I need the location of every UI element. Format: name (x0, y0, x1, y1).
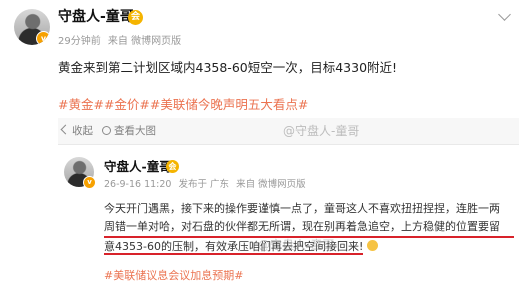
quoted-author-avatar: v (64, 157, 96, 189)
post-header: v 守盘人-童哥 会 29分钟前 来自 微博网页版 (0, 0, 519, 60)
view-large-button[interactable]: 查看大图 (102, 124, 156, 138)
hashtag-link[interactable]: #黄金# (58, 97, 104, 112)
hashtag-link[interactable]: #美联储今晚声明五大看点# (150, 97, 308, 112)
post-hashtags: #黄金##金价##美联储今晚声明五大看点# (58, 97, 308, 113)
verified-badge-icon: v (36, 31, 50, 45)
image-toolbar: 收起 查看大图 @守盘人-童哥 (58, 118, 519, 144)
hashtag-link[interactable]: #金价# (104, 97, 150, 112)
quoted-text-line: 今天开门遇黑，接下来的操作要谨慎一点了，童哥这人不喜欢扭扭捏捏，连胜一两 (104, 202, 500, 215)
author-avatar[interactable]: v (14, 9, 50, 45)
quoted-post-source: 来自 微博网页版 (236, 179, 306, 190)
quoted-author-name: 守盘人-童哥 (104, 159, 172, 174)
quoted-post-date: 26-9-16 11:20 (104, 179, 172, 190)
back-arrow-icon (60, 124, 71, 135)
author-name[interactable]: 守盘人-童哥 (58, 8, 134, 26)
quoted-post-meta: 26-9-16 11:20 发布于 广东 来自 微博网页版 (104, 179, 310, 191)
quoted-text-line: 周错一单对哈，对石盘的伙伴都无所谓，现在别再着急追空，上方稳健的位置要留 (104, 218, 514, 238)
image-viewer: 收起 查看大图 @守盘人-童哥 v 守盘人-童哥 会 26-9-16 11:20… (58, 118, 519, 289)
verified-badge-icon: v (83, 176, 96, 189)
fan-level-icon[interactable]: 会 (128, 10, 143, 25)
post-text: 黄金来到第二计划区域内4358-60短空一次，目标4330附近! (58, 60, 398, 75)
collapse-button[interactable]: 收起 (60, 124, 93, 138)
image-watermark: @守盘人-童哥 (283, 124, 360, 138)
fan-level-icon: 会 (166, 160, 179, 173)
quoted-hashtag: #美联储议息会议加息预期# (104, 269, 244, 282)
post-time[interactable]: 29分钟前 (58, 36, 101, 47)
post-source: 来自 微博网页版 (107, 36, 182, 47)
post-meta: 29分钟前 来自 微博网页版 (58, 35, 185, 49)
image-watermark: @守盘人-童哥 (258, 238, 335, 252)
emoji-icon (366, 240, 378, 251)
zoom-icon (102, 126, 111, 135)
chevron-down-icon[interactable] (498, 8, 511, 21)
quoted-post-image[interactable]: v 守盘人-童哥 会 26-9-16 11:20 发布于 广东 来自 微博网页版… (58, 144, 519, 289)
quoted-post-location: 发布于 广东 (178, 179, 230, 190)
